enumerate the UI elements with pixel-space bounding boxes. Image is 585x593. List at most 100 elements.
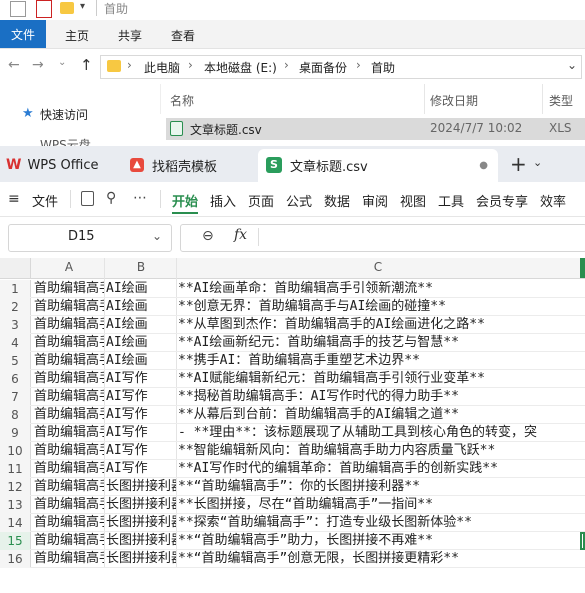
row-header[interactable]: 11 — [0, 460, 31, 478]
cell-b[interactable]: AI绘画 — [106, 352, 176, 370]
row-header[interactable]: 6 — [0, 370, 31, 388]
save-icon[interactable] — [81, 191, 94, 206]
row-header[interactable]: 13 — [0, 496, 31, 514]
row-header[interactable]: 3 — [0, 316, 31, 334]
cell-a[interactable]: 首助编辑高手 — [34, 298, 104, 316]
breadcrumb-current[interactable]: 首助 — [371, 59, 395, 76]
column-header-b[interactable]: B — [106, 260, 176, 274]
column-header-c[interactable]: C — [178, 260, 578, 274]
tab-wps-office[interactable]: W WPS Office — [6, 150, 118, 180]
row-header[interactable]: 9 — [0, 424, 31, 442]
ribbon-tab-file[interactable]: 文件 — [0, 20, 46, 48]
cell-c[interactable]: **“首助编辑高手”：你的长图拼接利器** — [178, 478, 585, 496]
cell-c[interactable]: **携手AI：首助编辑高手重塑艺术边界** — [178, 352, 585, 370]
save-icon[interactable] — [10, 1, 26, 17]
row-header[interactable]: 2 — [0, 298, 31, 316]
tab-csv-content[interactable]: S 文章标题.csv ● — [266, 150, 496, 180]
cell-c[interactable]: **智能编辑新风向：首助编辑高手助力内容质量飞跃** — [178, 442, 585, 460]
hamburger-icon[interactable]: ≡ — [8, 191, 20, 207]
cell-c[interactable]: **AI写作时代的编辑革命：首助编辑高手的创新实践** — [178, 460, 585, 478]
column-date[interactable]: 修改日期 — [430, 92, 478, 109]
row-header[interactable]: 14 — [0, 514, 31, 532]
cell-a[interactable]: 首助编辑高手 — [34, 478, 104, 496]
cell-a[interactable]: 首助编辑高手 — [34, 424, 104, 442]
cell-b[interactable]: AI写作 — [106, 406, 176, 424]
cell-a[interactable]: 首助编辑高手 — [34, 370, 104, 388]
menu-page[interactable]: 页面 — [248, 191, 274, 210]
cell-a[interactable]: 首助编辑高手 — [34, 442, 104, 460]
cell-a[interactable]: 首助编辑高手 — [34, 388, 104, 406]
cell-b[interactable]: AI写作 — [106, 388, 176, 406]
cell-c[interactable]: **“首助编辑高手”创意无限，长图拼接更精彩** — [178, 550, 585, 568]
cell-b[interactable]: 长图拼接利器 — [106, 532, 176, 550]
cell-a[interactable]: 首助编辑高手 — [34, 460, 104, 478]
cell-a[interactable]: 首助编辑高手 — [34, 550, 104, 568]
cell-b[interactable]: AI绘画 — [106, 280, 176, 298]
back-icon[interactable]: ← — [8, 57, 20, 73]
cell-a[interactable]: 首助编辑高手 — [34, 406, 104, 424]
menu-efficiency[interactable]: 效率 — [540, 191, 566, 210]
cell-b[interactable]: 长图拼接利器 — [106, 496, 176, 514]
more-icon[interactable]: ⋯ — [133, 190, 147, 206]
menu-formula[interactable]: 公式 — [286, 191, 312, 210]
cell-b[interactable]: AI绘画 — [106, 334, 176, 352]
cell-c[interactable]: **创意无界：首助编辑高手与AI绘画的碰撞** — [178, 298, 585, 316]
cell-c[interactable]: **揭秘首助编辑高手：AI写作时代的得力助手** — [178, 388, 585, 406]
nav-quick-access[interactable]: 快速访问 — [40, 106, 88, 123]
cell-b[interactable]: AI写作 — [106, 424, 176, 442]
cell-a[interactable]: 首助编辑高手 — [34, 334, 104, 352]
ribbon-tab-view[interactable]: 查看 — [171, 27, 195, 44]
zoom-icon[interactable]: ⊖ — [202, 228, 214, 244]
cell-a[interactable]: 首助编辑高手 — [34, 514, 104, 532]
cell-c[interactable]: **AI绘画新纪元：首助编辑高手的技艺与智慧** — [178, 334, 585, 352]
cell-c[interactable]: **AI赋能编辑新纪元：首助编辑高手引领行业变革** — [178, 370, 585, 388]
new-tab-icon[interactable]: + — [510, 152, 527, 176]
cell-c[interactable]: - **理由**：该标题展现了从辅助工具到核心角色的转变，突 — [178, 424, 585, 442]
chevron-down-icon[interactable]: ▾ — [80, 1, 85, 12]
cell-b[interactable]: AI绘画 — [106, 298, 176, 316]
up-arrow-icon[interactable]: ↑ — [80, 56, 93, 74]
menu-view[interactable]: 视图 — [400, 191, 426, 210]
folder-icon[interactable] — [60, 2, 74, 14]
breadcrumb-desktop-backup[interactable]: 桌面备份 — [299, 59, 347, 76]
row-header[interactable]: 15 — [0, 532, 31, 550]
row-header[interactable]: 5 — [0, 352, 31, 370]
cell-a[interactable]: 首助编辑高手 — [34, 496, 104, 514]
cell-c[interactable]: **“首助编辑高手”助力，长图拼接不再难** — [178, 532, 585, 550]
menu-member[interactable]: 会员专享 — [476, 191, 528, 210]
row-header[interactable]: 7 — [0, 388, 31, 406]
cell-b[interactable]: 长图拼接利器 — [106, 514, 176, 532]
menu-file[interactable]: 文件 — [32, 191, 58, 210]
checklist-icon[interactable] — [36, 0, 52, 18]
cell-a[interactable]: 首助编辑高手 — [34, 352, 104, 370]
nav-wps-cloud[interactable]: WPS云盘 — [40, 136, 91, 146]
cell-b[interactable]: AI写作 — [106, 460, 176, 478]
cell-c[interactable]: **AI绘画革命：首助编辑高手引领新潮流** — [178, 280, 585, 298]
fx-icon[interactable]: fx — [234, 227, 247, 243]
ribbon-tab-share[interactable]: 共享 — [118, 27, 142, 44]
cell-a[interactable]: 首助编辑高手 — [34, 532, 104, 550]
unsaved-dot-icon[interactable]: ● — [479, 160, 488, 171]
menu-tools[interactable]: 工具 — [438, 191, 464, 210]
chevron-down-icon[interactable]: ⌄ — [533, 156, 542, 169]
row-header[interactable]: 12 — [0, 478, 31, 496]
ribbon-tab-home[interactable]: 主页 — [65, 27, 89, 44]
address-dropdown-icon[interactable]: ⌄ — [567, 58, 577, 72]
row-header[interactable]: 1 — [0, 280, 31, 298]
breadcrumb-this-pc[interactable]: 此电脑 — [144, 59, 180, 76]
cell-a[interactable]: 首助编辑高手 — [34, 316, 104, 334]
menu-start[interactable]: 开始 — [172, 191, 198, 210]
cell-b[interactable]: 长图拼接利器 — [106, 550, 176, 568]
chevron-down-icon[interactable]: ⌄ — [152, 229, 162, 243]
column-type[interactable]: 类型 — [549, 92, 573, 109]
menu-review[interactable]: 审阅 — [362, 191, 388, 210]
forward-icon[interactable]: → — [32, 57, 44, 73]
tab-template[interactable]: ▲ 找稻壳模板 — [130, 150, 252, 180]
cell-a[interactable]: 首助编辑高手 — [34, 280, 104, 298]
cell-c[interactable]: **从幕后到台前：首助编辑高手的AI编辑之道** — [178, 406, 585, 424]
menu-insert[interactable]: 插入 — [210, 191, 236, 210]
column-name[interactable]: 名称 — [170, 92, 194, 109]
cell-b[interactable]: 长图拼接利器 — [106, 478, 176, 496]
breadcrumb-local-disk[interactable]: 本地磁盘 (E:) — [204, 59, 277, 76]
menu-data[interactable]: 数据 — [324, 191, 350, 210]
